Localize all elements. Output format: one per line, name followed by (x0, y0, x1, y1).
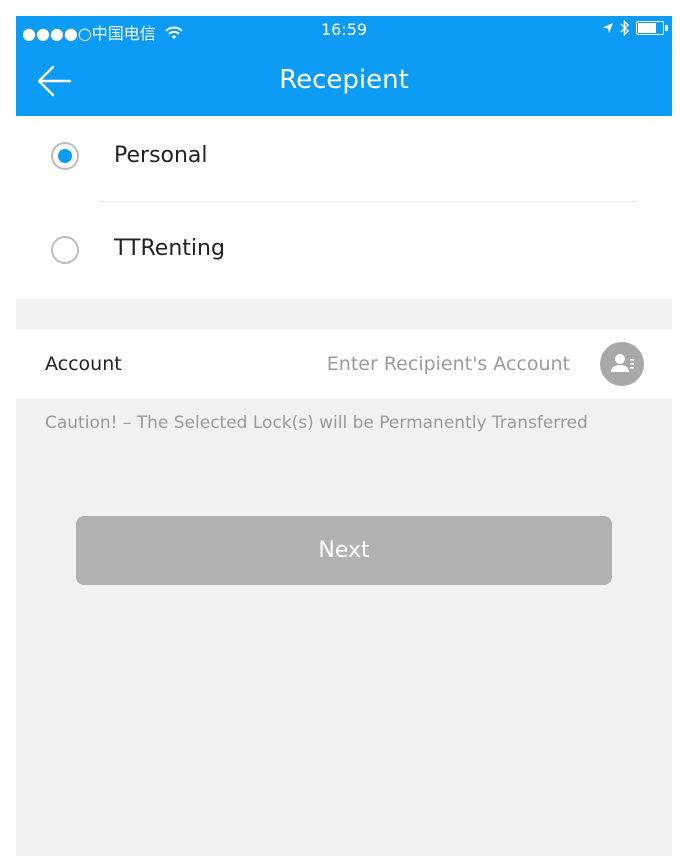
divider (99, 201, 637, 202)
account-row: Account (16, 329, 672, 399)
option-label-personal: Personal (114, 143, 208, 168)
battery-icon (636, 21, 668, 35)
status-icons (602, 20, 668, 36)
account-label: Account (45, 353, 122, 375)
option-label-ttrenting: TTRenting (114, 236, 225, 261)
option-ttrenting[interactable]: TTRenting (16, 210, 672, 290)
option-personal[interactable]: Personal (16, 116, 672, 196)
page-title: Recepient (279, 65, 409, 95)
contact-picker-button[interactable] (600, 342, 644, 386)
caution-text: Caution! – The Selected Lock(s) will be … (45, 413, 588, 433)
location-arrow-icon (603, 23, 613, 33)
radio-personal-checked[interactable] (51, 142, 79, 170)
contact-book-icon (611, 354, 634, 372)
status-bar: ●●●●○中国电信 16:59 (16, 16, 672, 46)
next-button[interactable]: Next (76, 516, 612, 585)
clock: 16:59 (320, 20, 368, 39)
phone-screen: ●●●●○中国电信 16:59 Recepient Personal TTRen… (16, 16, 672, 856)
bluetooth-icon (620, 20, 629, 36)
recipient-type-options: Personal TTRenting (16, 116, 672, 299)
nav-bar: Recepient (16, 46, 672, 116)
account-input[interactable] (216, 347, 570, 381)
radio-ttrenting[interactable] (51, 236, 79, 264)
